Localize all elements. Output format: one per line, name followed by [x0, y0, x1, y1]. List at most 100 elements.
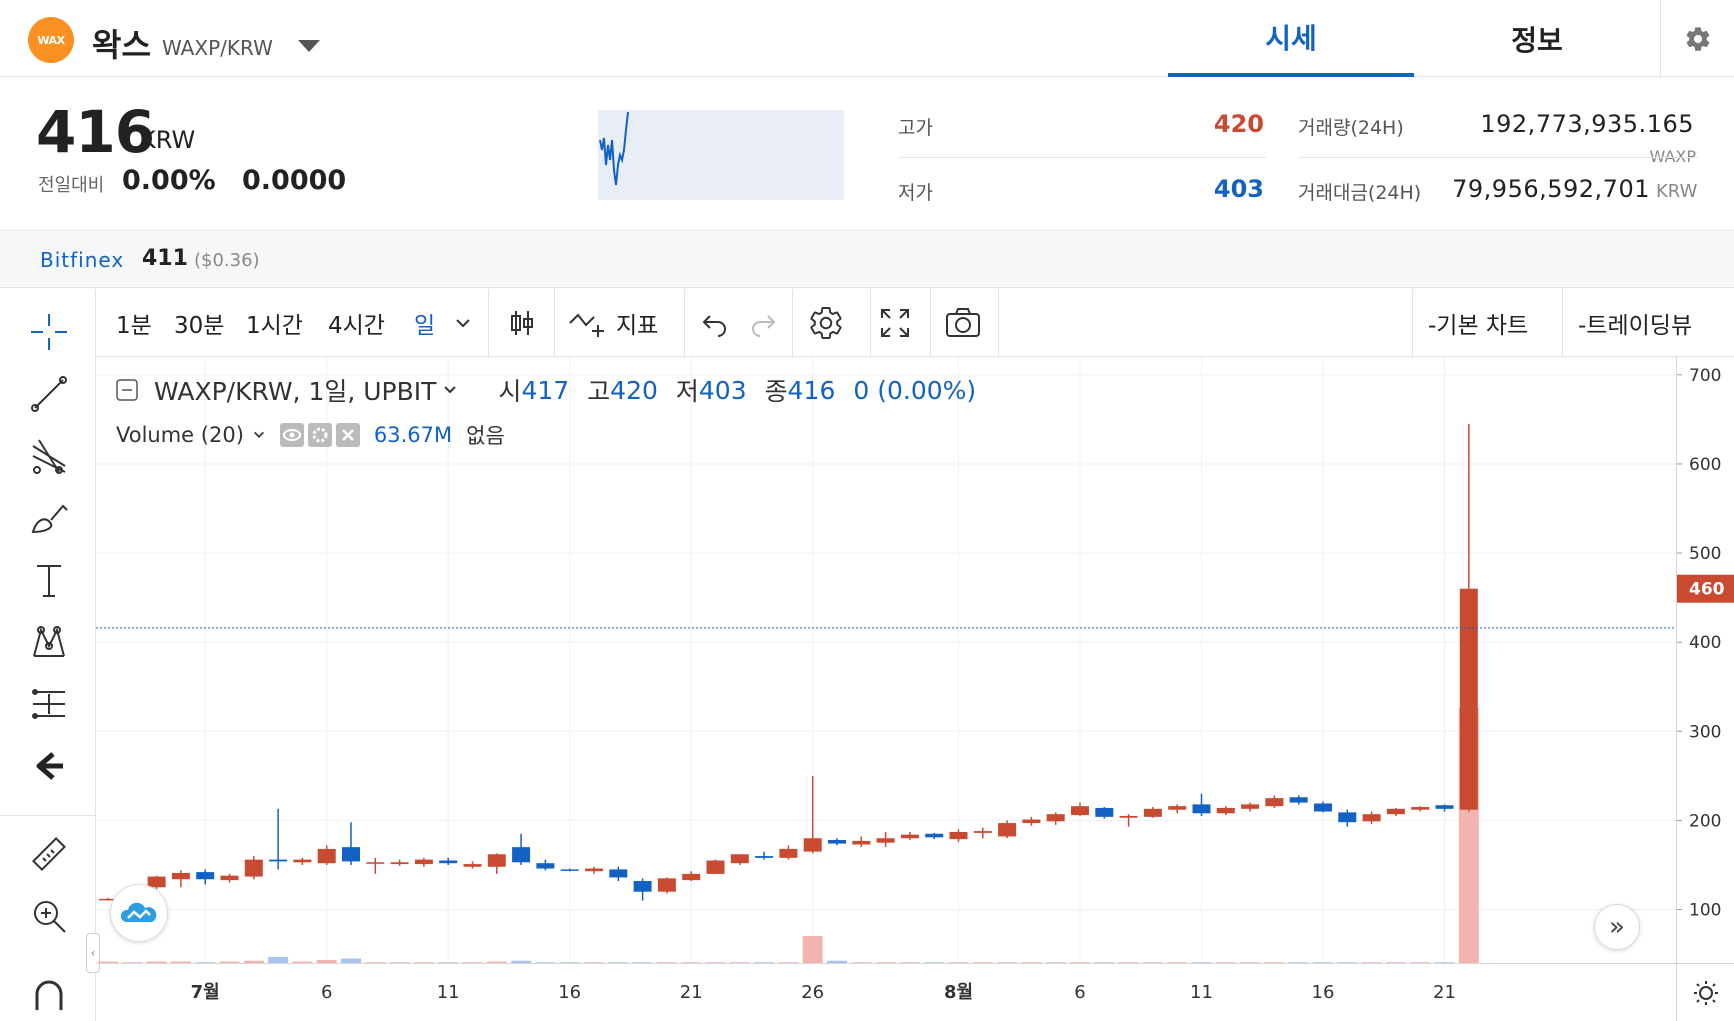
candle-body [1071, 806, 1089, 816]
price-unit: KRW [140, 126, 196, 154]
trend-line-tool[interactable] [22, 369, 76, 419]
candle-body [536, 863, 555, 869]
arrow-left-icon [36, 752, 63, 780]
eye-icon[interactable] [279, 423, 304, 447]
double-chevron-right-icon: » [1609, 912, 1625, 942]
crosshair-tool[interactable] [22, 307, 76, 357]
axis-settings-button[interactable] [1676, 963, 1734, 1021]
candle-body [1241, 804, 1260, 809]
legend-symbol[interactable]: WAXP/KRW, 1일, UPBIT [154, 372, 436, 408]
x-tick-label: 7월 [191, 982, 220, 1003]
candle-body [730, 854, 749, 864]
price-axis[interactable]: 100 200 300 400 500 600 700 460 [1676, 357, 1734, 963]
tab-quote[interactable]: 시세 [1168, 0, 1414, 77]
candle-body [657, 878, 676, 892]
x-tick-label: 16 [1312, 982, 1335, 1003]
candle-body [925, 833, 944, 838]
coin-logo-text: WAX [37, 33, 65, 47]
brush-icon [31, 504, 68, 534]
candle-body [1411, 807, 1430, 810]
interval-4h[interactable]: 4시간 [328, 289, 385, 357]
exchange-usd-price: ($0.36) [194, 250, 260, 271]
undo-button[interactable] [700, 289, 730, 357]
basic-chart-button[interactable]: -기본 차트 [1428, 289, 1528, 357]
candle-body [1216, 807, 1235, 814]
amount-label: 거래대금(24H) [1298, 182, 1422, 204]
candle-body [949, 831, 968, 840]
chart-toolbar: 1분 30분 1시간 4시간 일 지표 -기본 차트 -트레이딩뷰 [96, 289, 1734, 357]
divider [870, 289, 871, 357]
volume-legend: Volume (20) 63.67M 없음 [116, 420, 505, 450]
chart-type-button[interactable] [506, 289, 538, 357]
measure-tool[interactable] [22, 679, 76, 729]
chart-settings-button[interactable] [808, 289, 844, 357]
legend-high: 420 [610, 375, 658, 405]
volume-value: 192,773,935.165 [1480, 110, 1694, 138]
interval-30m[interactable]: 30분 [174, 289, 224, 357]
close-icon[interactable] [335, 423, 360, 447]
legend-change: 0 (0.00%) [853, 375, 977, 405]
candle-body [876, 838, 895, 843]
candle-body [755, 856, 774, 858]
back-tool[interactable] [22, 741, 76, 791]
scroll-to-latest-button[interactable]: » [1594, 904, 1640, 950]
candle-body [317, 848, 336, 864]
exchange-name[interactable]: Bitfinex [40, 248, 124, 272]
settings-icon[interactable] [307, 423, 332, 447]
x-tick-label: 11 [1190, 982, 1213, 1003]
legend-low-label: 저 [675, 377, 699, 406]
pattern-tool[interactable] [22, 617, 76, 667]
volume-indicator-name[interactable]: Volume (20) [116, 423, 244, 447]
chevron-down-icon[interactable] [252, 428, 266, 442]
change-label: 전일대비 [38, 175, 105, 196]
collapse-legend-icon[interactable] [116, 379, 138, 401]
candle-body [512, 847, 531, 863]
candle-body [828, 840, 846, 844]
candles-icon [511, 311, 533, 335]
interval-1h[interactable]: 1시간 [246, 289, 303, 357]
text-tool[interactable] [22, 555, 76, 605]
candle-body [366, 862, 385, 864]
tradingview-logo[interactable] [110, 884, 168, 942]
interval-1d[interactable]: 일 [414, 289, 435, 357]
indicators-button[interactable]: 지표 [568, 289, 658, 357]
interval-1m[interactable]: 1분 [116, 289, 152, 357]
candle-body [609, 869, 628, 878]
candle-body [342, 847, 360, 862]
volume-bar [802, 936, 823, 963]
drawing-toolbar [0, 289, 96, 1021]
candle-body [220, 875, 239, 881]
ruler-tool[interactable] [22, 829, 76, 879]
candle-body [1362, 814, 1381, 822]
candle-body [171, 872, 190, 880]
screenshot-button[interactable] [944, 289, 982, 357]
coin-dropdown-icon[interactable] [298, 40, 320, 52]
tradingview-button[interactable]: -트레이딩뷰 [1578, 289, 1692, 357]
candle-body [244, 859, 263, 877]
candle-body [439, 860, 458, 864]
tab-info[interactable]: 정보 [1414, 0, 1660, 77]
settings-button[interactable] [1660, 0, 1734, 77]
y-tick-label: 300 [1689, 722, 1721, 742]
mini-chart [598, 110, 844, 200]
candle-body [1119, 815, 1138, 818]
candle-body [779, 848, 798, 858]
redo-button[interactable] [748, 289, 778, 357]
amount-unit: KRW [1656, 181, 1698, 202]
crosshair-icon [31, 314, 67, 350]
fib-tool[interactable] [22, 431, 76, 481]
volume-extra: 없음 [466, 424, 505, 448]
candle-body [900, 834, 919, 839]
fullscreen-button[interactable] [878, 289, 912, 357]
brush-tool[interactable] [22, 493, 76, 543]
time-axis[interactable]: 67월6111621268월6111621 [96, 963, 1676, 1021]
interval-dropdown[interactable] [454, 289, 472, 357]
indicators-label: 지표 [616, 313, 659, 339]
magnet-tool[interactable] [22, 969, 76, 1019]
chevron-down-icon[interactable] [442, 382, 458, 398]
header: WAX 왁스 WAXP/KRW 시세 정보 [0, 0, 1734, 77]
coin-name: 왁스 [92, 26, 151, 64]
zoom-tool[interactable] [22, 891, 76, 941]
candle-body [1314, 803, 1332, 812]
exchange-strip [0, 230, 1734, 288]
